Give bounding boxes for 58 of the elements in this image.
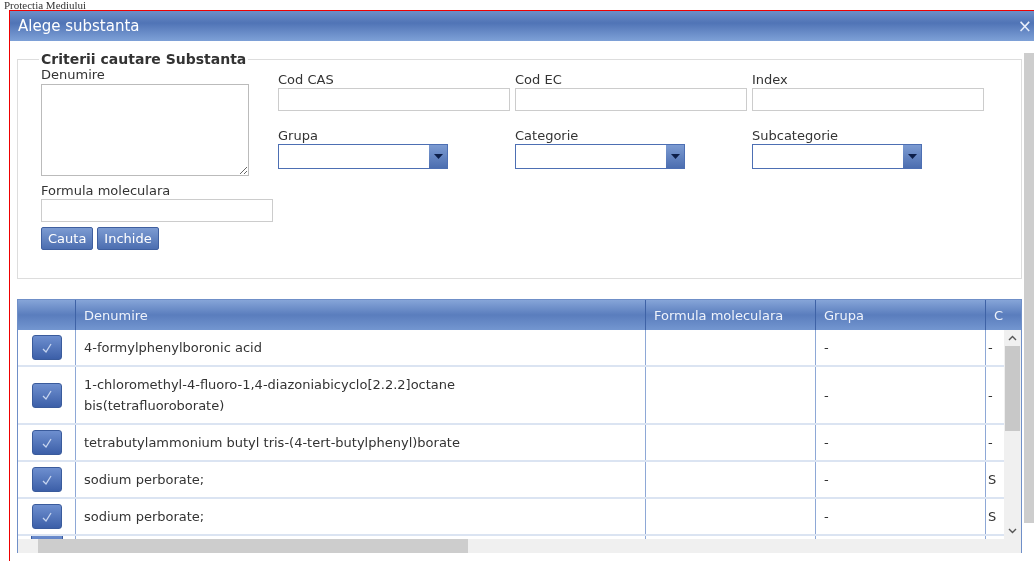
scroll-down-icon[interactable] xyxy=(1008,528,1017,534)
table-cell-text: - xyxy=(987,339,994,357)
table-cell: - xyxy=(816,367,986,423)
column-header: Formula moleculara xyxy=(646,300,816,330)
caret-down-icon xyxy=(907,154,917,159)
dropdown-field[interactable] xyxy=(278,144,448,169)
formula-input-field[interactable] xyxy=(41,199,273,222)
panel-legend: Criterii cautare Substanta xyxy=(39,51,249,67)
action-button[interactable]: Cauta xyxy=(41,227,94,250)
field-label: Formula moleculara xyxy=(41,183,172,198)
text-input-field[interactable] xyxy=(278,88,510,111)
horizontal-scrollbar[interactable] xyxy=(18,539,1021,553)
dropdown-field[interactable] xyxy=(515,144,685,169)
select-row-button[interactable] xyxy=(31,504,62,529)
caret-down-icon xyxy=(433,154,443,159)
table-cell: - xyxy=(816,330,986,365)
page-header-text: Protectia Mediului xyxy=(3,0,88,10)
table-cell: sodium perborate; xyxy=(76,462,646,497)
check-icon xyxy=(40,510,53,523)
table-cell: - xyxy=(816,425,986,460)
field-label: Cod EC xyxy=(515,72,563,87)
action-button[interactable]: Inchide xyxy=(97,227,159,250)
table-cell: - xyxy=(816,499,986,534)
vertical-scrollbar[interactable] xyxy=(1004,330,1021,539)
select-row-button[interactable] xyxy=(31,382,62,408)
field-label: Index xyxy=(752,72,789,87)
field-label: Categorie xyxy=(515,128,580,143)
table-cell-text: - xyxy=(987,434,994,452)
close-button[interactable]: × xyxy=(1015,17,1034,35)
dialog-title: Alege substanta xyxy=(17,17,140,35)
table-cell: - xyxy=(816,462,986,497)
select-row-button[interactable] xyxy=(31,430,62,455)
table-cell-text: S xyxy=(987,508,998,526)
select-row-button[interactable] xyxy=(31,467,62,492)
scroll-up-icon[interactable] xyxy=(1008,335,1017,341)
table-cell: sodium perborate; xyxy=(76,499,646,534)
table-cell-text: - xyxy=(987,386,994,405)
column-header: Grupa xyxy=(816,300,986,330)
check-icon xyxy=(40,473,53,486)
table-cell: 4-formylphenylboronic acid xyxy=(76,330,646,365)
text-input-field[interactable] xyxy=(515,88,747,111)
dropdown-field[interactable] xyxy=(752,144,922,169)
check-icon xyxy=(40,341,53,354)
dialog-scrollbar[interactable] xyxy=(1024,53,1034,523)
field-label: Grupa xyxy=(278,128,319,143)
check-icon xyxy=(40,389,53,401)
table-cell: 1-chloromethyl-4-fluoro-1,4-diazoniabicyclo[2.2.2]octane bis(tetrafluoroborate) xyxy=(76,367,646,423)
caret-down-icon xyxy=(670,154,680,159)
table-cell-text: S xyxy=(987,471,998,489)
field-label: Subcategorie xyxy=(752,128,840,143)
column-header: C xyxy=(993,306,1004,325)
field-label: Cod CAS xyxy=(278,72,335,87)
column-header: Denumire xyxy=(76,300,646,330)
text-input-field[interactable] xyxy=(752,88,984,111)
check-icon xyxy=(40,436,53,449)
table-cell: tetrabutylammonium butyl tris-(4-tert-butylphenyl)borate xyxy=(76,425,646,460)
field-label: Denumire xyxy=(41,67,106,82)
select-row-button[interactable] xyxy=(31,335,62,360)
